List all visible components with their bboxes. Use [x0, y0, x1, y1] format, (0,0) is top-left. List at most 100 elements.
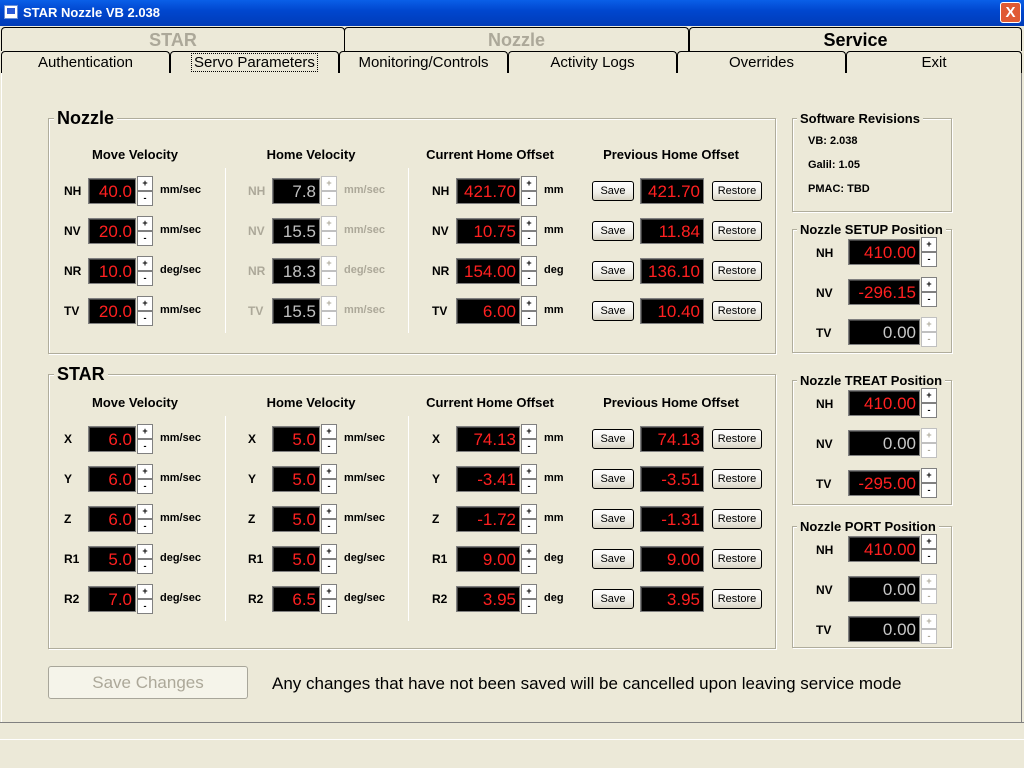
nozzle-setup-nv-value[interactable]: -296.15	[848, 279, 920, 305]
nozzle-treat-tv-spin-up[interactable]: +	[921, 468, 937, 483]
move-velocity-spin-x-up[interactable]: +	[137, 424, 153, 439]
save-button-y[interactable]: Save	[592, 469, 634, 489]
restore-button-nh[interactable]: Restore	[712, 181, 762, 201]
move-velocity-spin-r1-down[interactable]: -	[137, 559, 153, 574]
move-velocity-spin-z-down[interactable]: -	[137, 519, 153, 534]
home-velocity-spin-r1[interactable]: + -	[321, 544, 337, 574]
current-home-offset-spin-nv-up[interactable]: +	[521, 216, 537, 231]
save-button-nh[interactable]: Save	[592, 181, 634, 201]
current-home-offset-spin-nr-up[interactable]: +	[521, 256, 537, 271]
save-button-r1[interactable]: Save	[592, 549, 634, 569]
save-changes-button[interactable]: Save Changes	[48, 666, 248, 699]
home-velocity-spin-y-up[interactable]: +	[321, 464, 337, 479]
current-home-offset-spin-nh-up[interactable]: +	[521, 176, 537, 191]
move-velocity-y[interactable]: 6.0	[88, 466, 136, 492]
move-velocity-spin-tv-up[interactable]: +	[137, 296, 153, 311]
home-velocity-spin-r1-up[interactable]: +	[321, 544, 337, 559]
home-velocity-r2[interactable]: 6.5	[272, 586, 320, 612]
move-velocity-spin-z-up[interactable]: +	[137, 504, 153, 519]
home-velocity-spin-z[interactable]: + -	[321, 504, 337, 534]
current-home-offset-spin-r1-up[interactable]: +	[521, 544, 537, 559]
current-home-offset-spin-y-down[interactable]: -	[521, 479, 537, 494]
current-home-offset-spin-y-up[interactable]: +	[521, 464, 537, 479]
home-velocity-r1[interactable]: 5.0	[272, 546, 320, 572]
nozzle-treat-nh-spin-down[interactable]: -	[921, 403, 937, 418]
current-home-offset-spin-nh[interactable]: + -	[521, 176, 537, 206]
move-velocity-nh[interactable]: 40.0	[88, 178, 136, 204]
home-velocity-spin-z-down[interactable]: -	[321, 519, 337, 534]
current-home-offset-spin-tv-up[interactable]: +	[521, 296, 537, 311]
move-velocity-spin-y-down[interactable]: -	[137, 479, 153, 494]
home-velocity-spin-x-up[interactable]: +	[321, 424, 337, 439]
nozzle-treat-nh-spin[interactable]: + -	[921, 388, 937, 418]
move-velocity-tv[interactable]: 20.0	[88, 298, 136, 324]
current-home-offset-spin-r1[interactable]: + -	[521, 544, 537, 574]
home-velocity-spin-y[interactable]: + -	[321, 464, 337, 494]
move-velocity-spin-z[interactable]: + -	[137, 504, 153, 534]
move-velocity-spin-x[interactable]: + -	[137, 424, 153, 454]
current-home-offset-spin-z[interactable]: + -	[521, 504, 537, 534]
tab-service[interactable]: Service	[689, 27, 1022, 51]
move-velocity-spin-nv-up[interactable]: +	[137, 216, 153, 231]
current-home-offset-spin-y[interactable]: + -	[521, 464, 537, 494]
save-button-r2[interactable]: Save	[592, 589, 634, 609]
home-velocity-spin-y-down[interactable]: -	[321, 479, 337, 494]
save-button-x[interactable]: Save	[592, 429, 634, 449]
current-home-offset-r2[interactable]: 3.95	[456, 586, 520, 612]
move-velocity-spin-nh-down[interactable]: -	[137, 191, 153, 206]
tab-star[interactable]: STAR	[1, 27, 345, 51]
save-button-nr[interactable]: Save	[592, 261, 634, 281]
current-home-offset-x[interactable]: 74.13	[456, 426, 520, 452]
move-velocity-spin-nv-down[interactable]: -	[137, 231, 153, 246]
current-home-offset-tv[interactable]: 6.00	[456, 298, 520, 324]
current-home-offset-z[interactable]: -1.72	[456, 506, 520, 532]
nozzle-setup-nh-spin-down[interactable]: -	[921, 252, 937, 267]
move-velocity-r1[interactable]: 5.0	[88, 546, 136, 572]
home-velocity-spin-x-down[interactable]: -	[321, 439, 337, 454]
current-home-offset-nv[interactable]: 10.75	[456, 218, 520, 244]
restore-button-y[interactable]: Restore	[712, 469, 762, 489]
move-velocity-nr[interactable]: 10.0	[88, 258, 136, 284]
current-home-offset-spin-z-down[interactable]: -	[521, 519, 537, 534]
nozzle-setup-nh-spin-up[interactable]: +	[921, 237, 937, 252]
restore-button-r2[interactable]: Restore	[712, 589, 762, 609]
tab-overrides[interactable]: Overrides	[677, 51, 846, 73]
nozzle-port-nh-spin-down[interactable]: -	[921, 549, 937, 564]
save-button-nv[interactable]: Save	[592, 221, 634, 241]
current-home-offset-spin-tv[interactable]: + -	[521, 296, 537, 326]
restore-button-nr[interactable]: Restore	[712, 261, 762, 281]
move-velocity-spin-y[interactable]: + -	[137, 464, 153, 494]
current-home-offset-spin-nv-down[interactable]: -	[521, 231, 537, 246]
nozzle-setup-nv-spin-up[interactable]: +	[921, 277, 937, 292]
current-home-offset-spin-x-down[interactable]: -	[521, 439, 537, 454]
tab-servo-parameters[interactable]: Servo Parameters	[170, 51, 339, 73]
tab-activity-logs[interactable]: Activity Logs	[508, 51, 677, 73]
move-velocity-r2[interactable]: 7.0	[88, 586, 136, 612]
current-home-offset-spin-r1-down[interactable]: -	[521, 559, 537, 574]
current-home-offset-spin-r2-up[interactable]: +	[521, 584, 537, 599]
move-velocity-spin-x-down[interactable]: -	[137, 439, 153, 454]
home-velocity-spin-z-up[interactable]: +	[321, 504, 337, 519]
restore-button-nv[interactable]: Restore	[712, 221, 762, 241]
save-button-tv[interactable]: Save	[592, 301, 634, 321]
restore-button-z[interactable]: Restore	[712, 509, 762, 529]
current-home-offset-spin-nr-down[interactable]: -	[521, 271, 537, 286]
home-velocity-spin-r1-down[interactable]: -	[321, 559, 337, 574]
nozzle-port-nh-value[interactable]: 410.00	[848, 536, 920, 562]
move-velocity-spin-nr-up[interactable]: +	[137, 256, 153, 271]
nozzle-treat-tv-spin-down[interactable]: -	[921, 483, 937, 498]
nozzle-setup-nh-value[interactable]: 410.00	[848, 239, 920, 265]
restore-button-r1[interactable]: Restore	[712, 549, 762, 569]
current-home-offset-spin-nr[interactable]: + -	[521, 256, 537, 286]
move-velocity-z[interactable]: 6.0	[88, 506, 136, 532]
restore-button-x[interactable]: Restore	[712, 429, 762, 449]
home-velocity-spin-r2[interactable]: + -	[321, 584, 337, 614]
move-velocity-spin-r2[interactable]: + -	[137, 584, 153, 614]
move-velocity-spin-y-up[interactable]: +	[137, 464, 153, 479]
nozzle-treat-tv-value[interactable]: -295.00	[848, 470, 920, 496]
move-velocity-spin-tv[interactable]: + -	[137, 296, 153, 326]
current-home-offset-spin-tv-down[interactable]: -	[521, 311, 537, 326]
move-velocity-spin-r1[interactable]: + -	[137, 544, 153, 574]
move-velocity-spin-tv-down[interactable]: -	[137, 311, 153, 326]
restore-button-tv[interactable]: Restore	[712, 301, 762, 321]
